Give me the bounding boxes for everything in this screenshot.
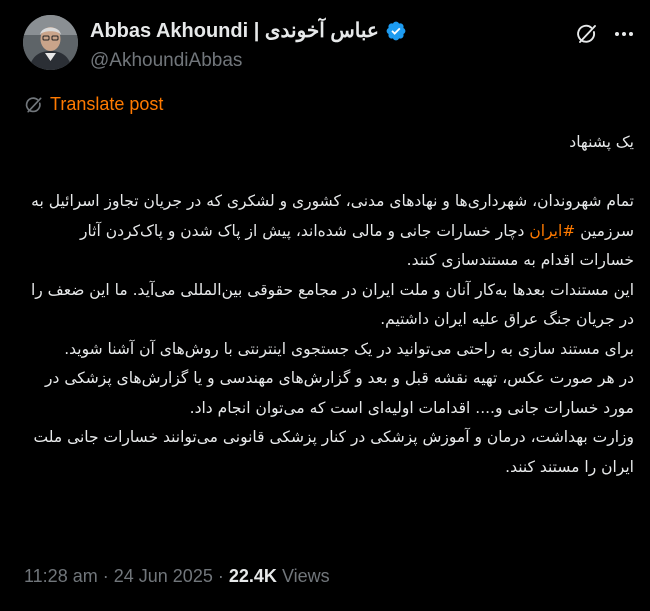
post-meta: 11:28 am · 24 Jun 2025 · 22.4K Views — [24, 566, 330, 587]
verified-badge-icon[interactable] — [385, 20, 407, 42]
translate-post-link[interactable]: Translate post — [24, 94, 163, 115]
meta-separator: · — [102, 566, 109, 586]
post-paragraph-5: وزارت بهداشت، درمان و آموزش پزشکی در کنا… — [33, 428, 634, 476]
more-options-icon[interactable] — [612, 22, 636, 46]
views-label: Views — [281, 566, 330, 586]
views-count[interactable]: 22.4K — [229, 566, 277, 586]
post-date[interactable]: 24 Jun 2025 — [114, 566, 213, 586]
post-text: یک پشنهاد تمام شهروندان، شهرداری‌ها و نه… — [24, 128, 634, 482]
author-handle[interactable]: @AkhoundiAbbas — [90, 50, 242, 72]
post-time[interactable]: 11:28 am — [24, 566, 98, 586]
author-name-row[interactable]: Abbas Akhoundi | عباس آخوندی — [90, 18, 407, 43]
avatar-image — [23, 15, 78, 70]
meta-separator: · — [217, 566, 224, 586]
post-paragraph-4: در هر صورت عکس، تهیه نقشه قبل و بعد و گز… — [45, 369, 634, 417]
avatar[interactable] — [23, 15, 78, 70]
translate-post-label[interactable]: Translate post — [50, 94, 163, 115]
post-paragraph-2: این مستندات بعدها به‌کار آنان و ملت ایرا… — [30, 280, 634, 329]
author-display-name[interactable]: Abbas Akhoundi | عباس آخوندی — [90, 18, 379, 43]
hashtag-link[interactable]: #ایران — [529, 222, 575, 240]
post-paragraph-3: برای مستند سازی به راحتی می‌توانید در یک… — [64, 339, 634, 358]
translate-icon — [24, 95, 44, 115]
post-title: یک پشنهاد — [569, 133, 634, 151]
grok-icon[interactable] — [575, 22, 599, 46]
post-paragraph-1: تمام شهروندان، شهرداری‌ها و نهادهای مدنی… — [24, 187, 634, 276]
